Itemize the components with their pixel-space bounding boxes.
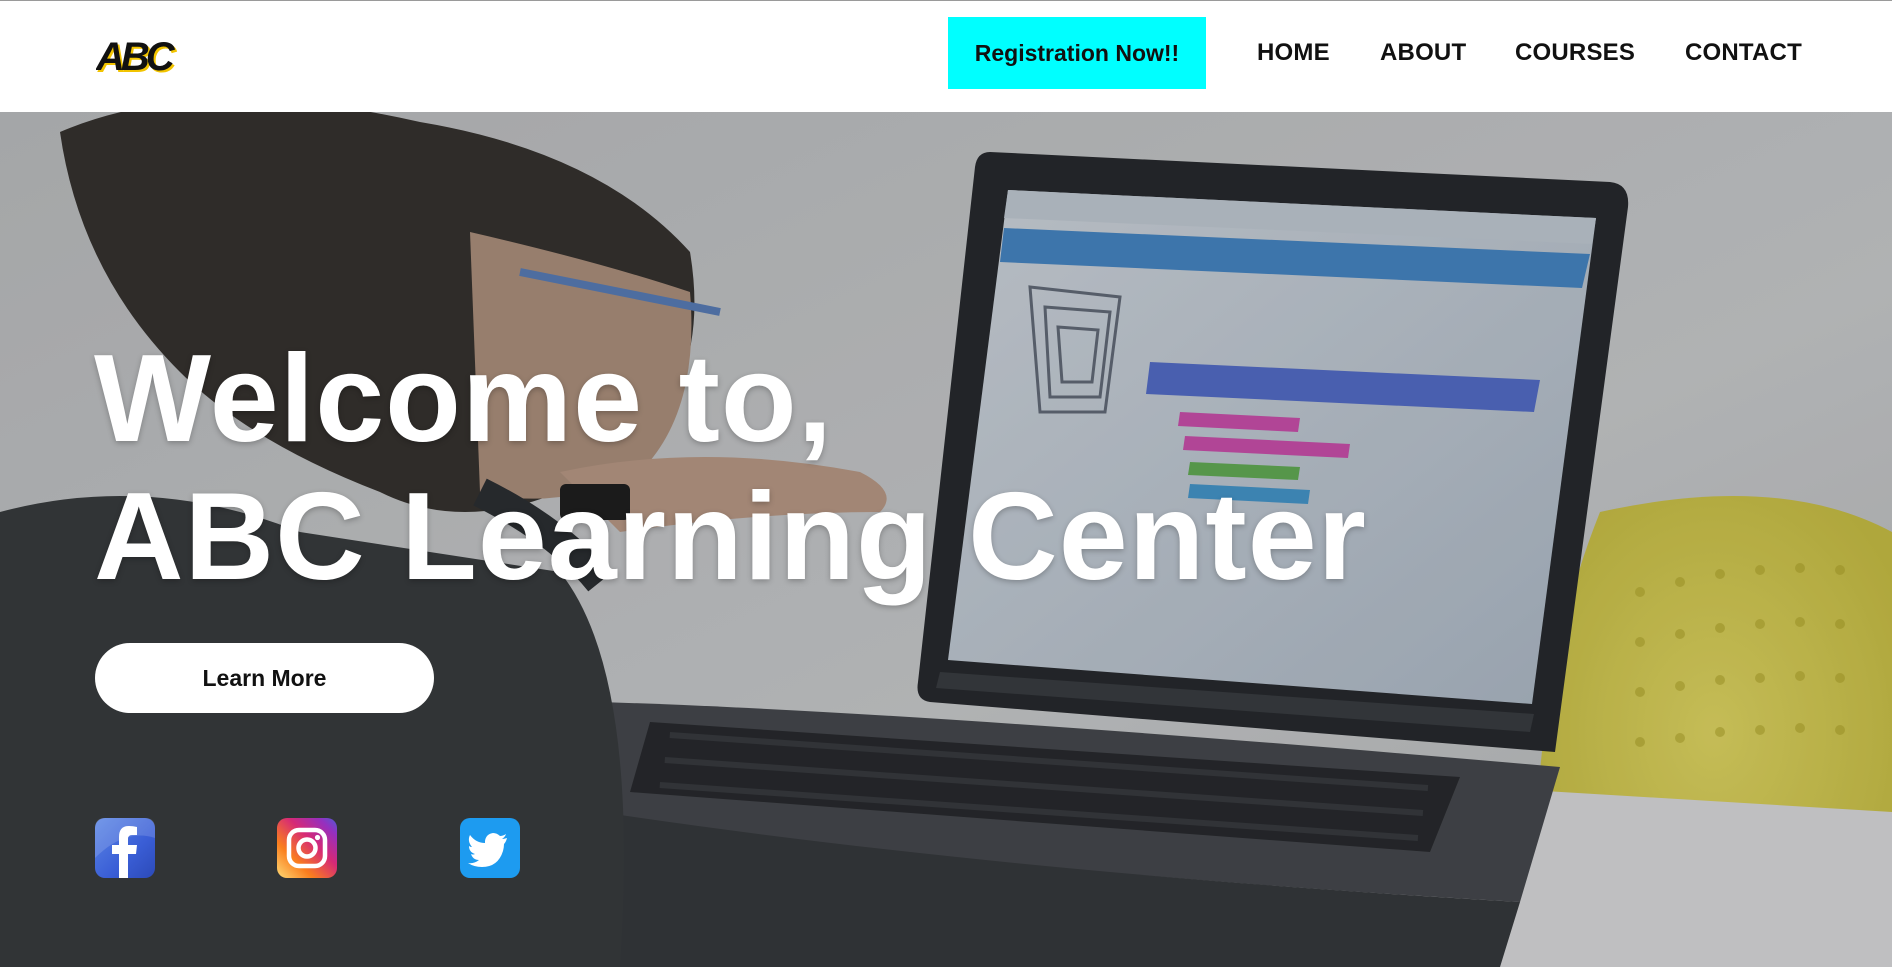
nav-contact[interactable]: CONTACT (1685, 39, 1802, 67)
registration-button[interactable]: Registration Now!! (948, 17, 1206, 89)
hero-title: Welcome to, ABC Learning Center (94, 330, 1367, 606)
svg-text:ABC: ABC (96, 39, 176, 77)
hero-title-line-1: Welcome to, (94, 330, 834, 468)
hero-section: Welcome to, ABC Learning Center Learn Mo… (0, 112, 1892, 967)
nav-about[interactable]: ABOUT (1380, 39, 1466, 67)
nav-home[interactable]: HOME (1257, 39, 1330, 67)
nav-courses[interactable]: COURSES (1515, 39, 1635, 67)
abc-logo[interactable]: ABC ABC (96, 39, 214, 77)
learn-more-button[interactable]: Learn More (95, 643, 434, 713)
top-navbar: ABC ABC Registration Now!! HOME ABOUT CO… (0, 0, 1892, 112)
instagram-icon[interactable] (277, 818, 337, 878)
twitter-icon[interactable] (460, 818, 520, 878)
hero-title-line-2: ABC Learning Center (94, 468, 1367, 606)
facebook-icon[interactable] (95, 818, 155, 878)
